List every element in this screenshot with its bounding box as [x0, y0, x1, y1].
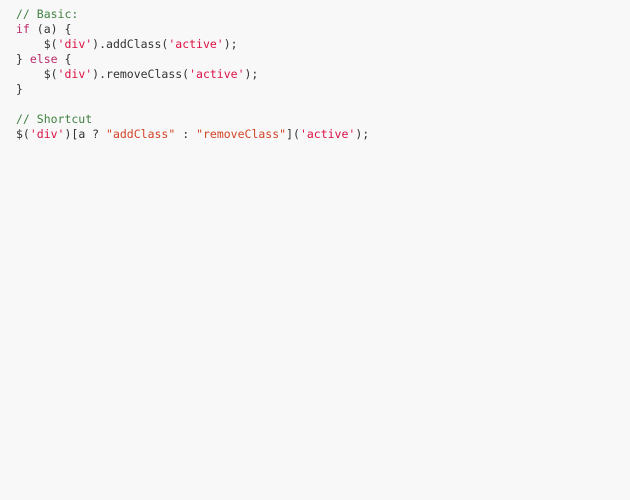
code-token-plain: ); — [355, 127, 370, 141]
code-token-string: 'active' — [189, 67, 245, 81]
code-token-plain: ); — [223, 37, 238, 51]
code-token-keyword: else — [29, 52, 58, 66]
code-token-keyword: if — [16, 22, 30, 36]
code-token-string: 'div' — [57, 67, 93, 81]
code-line: } — [0, 82, 630, 97]
code-line: } else { — [0, 52, 630, 67]
code-line: // Shortcut — [0, 112, 630, 127]
code-token-plain: } — [16, 82, 23, 96]
code-line: $('div')[a ? "addClass" : "removeClass"]… — [0, 127, 630, 142]
code-token-plain: (a) { — [29, 22, 72, 36]
code-token-comment: // Basic: — [16, 7, 79, 21]
code-token-plain: { — [57, 52, 72, 66]
code-token-dstring: "removeClass" — [196, 127, 287, 141]
code-line: $('div').removeClass('active'); — [0, 67, 630, 82]
code-token-plain: : — [175, 127, 197, 141]
code-token-plain: $( — [16, 127, 30, 141]
code-token-string: 'div' — [57, 37, 93, 51]
code-token-plain: ).removeClass( — [92, 67, 190, 81]
code-token-plain: ).addClass( — [92, 37, 169, 51]
code-token-plain: )[a ? — [64, 127, 107, 141]
code-line: $('div').addClass('active'); — [0, 37, 630, 52]
code-token-plain: $( — [16, 67, 58, 81]
code-snippet-viewer: // Basic: if (a) { $('div').addClass('act… — [0, 0, 630, 500]
code-token-plain: ]( — [286, 127, 300, 141]
code-token-plain: $( — [16, 37, 58, 51]
code-token-plain: ); — [244, 67, 259, 81]
code-token-comment: // Shortcut — [16, 112, 93, 126]
code-token-plain: } — [16, 52, 30, 66]
code-block[interactable]: // Basic: if (a) { $('div').addClass('act… — [0, 7, 630, 142]
code-line: if (a) { — [0, 22, 630, 37]
code-token-dstring: "addClass" — [106, 127, 176, 141]
code-token-string: 'div' — [29, 127, 65, 141]
code-token-string: 'active' — [299, 127, 356, 141]
code-line: // Basic: — [0, 7, 630, 22]
code-token-string: 'active' — [168, 37, 224, 51]
